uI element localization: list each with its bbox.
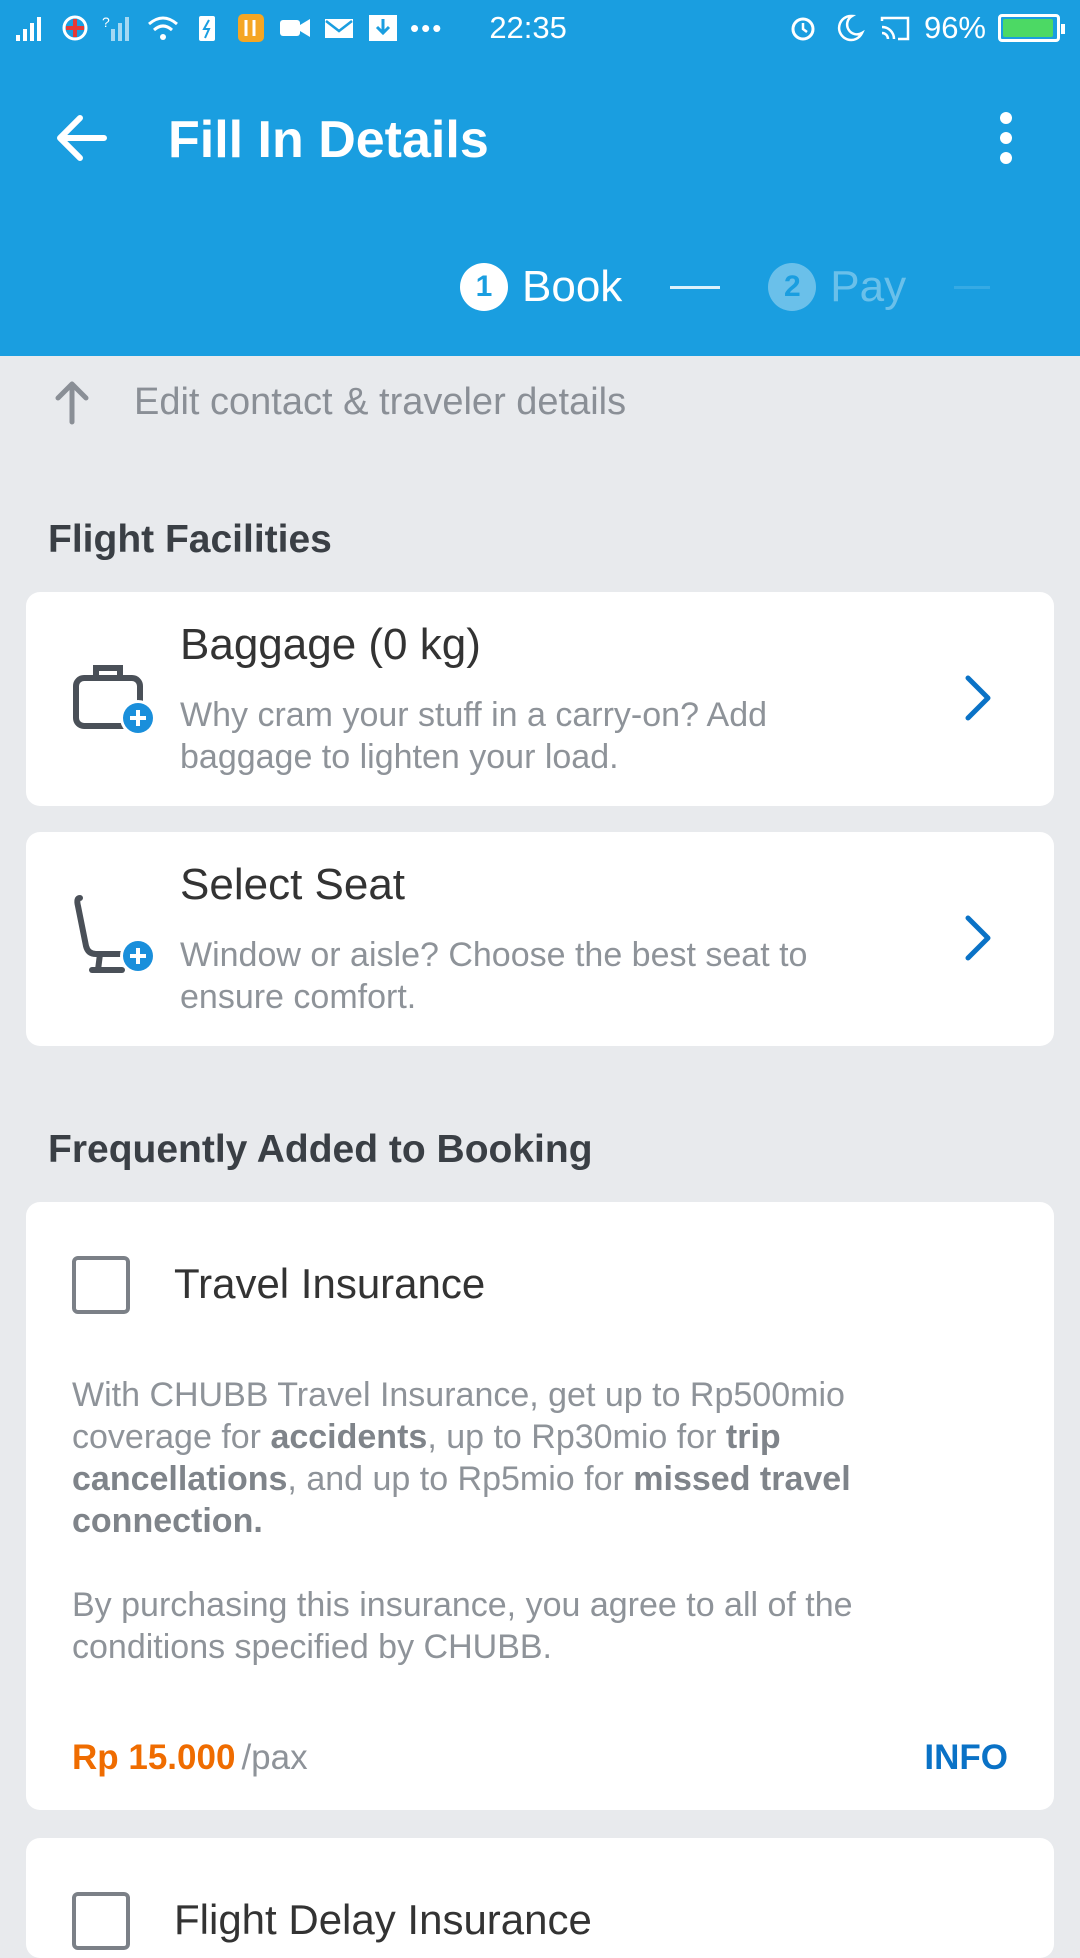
battery-icon <box>998 14 1065 42</box>
more-icon: ••• <box>410 12 444 43</box>
baggage-description: Why cram your stuff in a carry-on? Add b… <box>180 696 768 776</box>
flight-facilities-heading: Flight Facilities <box>48 518 332 561</box>
app-header: Fill In Details 1 Book 2 Pay <box>0 54 1080 356</box>
select-seat-card[interactable]: Select Seat Window or aisle? Choose the … <box>26 832 1054 1046</box>
arrow-up-icon <box>55 381 89 425</box>
travel-insurance-card: Travel Insurance With CHUBB Travel Insur… <box>26 1202 1054 1810</box>
edit-contact-label: Edit contact & traveler details <box>134 380 627 423</box>
more-options-icon[interactable] <box>994 112 1018 168</box>
baggage-add-icon <box>73 665 156 736</box>
travel-insurance-price: Rp 15.000/pax <box>72 1738 308 1778</box>
step-pay: 2 Pay <box>768 262 991 312</box>
travel-insurance-description: With CHUBB Travel Insurance, get up to R… <box>72 1376 851 1540</box>
video-icon <box>280 19 310 37</box>
battery-percent: 96% <box>923 10 986 45</box>
app-icon <box>238 14 264 42</box>
step-book: 1 Book <box>460 262 622 312</box>
chevron-right-icon <box>965 675 991 721</box>
network-operator-icon <box>62 15 88 41</box>
travel-insurance-title: Travel Insurance <box>174 1260 486 1307</box>
status-icons-left: ? ••• 22:35 <box>14 8 567 48</box>
flight-delay-insurance-checkbox[interactable] <box>72 1892 130 1950</box>
step-separator <box>670 285 721 289</box>
flight-delay-insurance-title: Flight Delay Insurance <box>174 1896 592 1943</box>
baggage-card[interactable]: Baggage (0 kg) Why cram your stuff in a … <box>26 592 1054 806</box>
page-title: Fill In Details <box>168 111 489 169</box>
step-separator <box>954 285 991 289</box>
info-button[interactable]: INFO <box>924 1738 1008 1778</box>
battery-saver-icon <box>199 16 215 41</box>
flight-delay-insurance-card: Flight Delay Insurance <box>26 1838 1054 1958</box>
signal-icon <box>16 17 41 41</box>
mail-icon <box>325 19 353 38</box>
baggage-title: Baggage (0 kg) <box>180 620 481 669</box>
status-icons-right: 96% <box>786 8 1065 48</box>
moon-icon <box>837 14 865 42</box>
step-label: Pay <box>830 262 907 311</box>
alarm-icon <box>791 17 815 41</box>
price-amount: Rp 15.000 <box>72 1738 236 1777</box>
cast-icon <box>880 16 910 41</box>
signal-2-icon: ? <box>102 14 129 41</box>
select-seat-description: Window or aisle? Choose the best seat to… <box>180 936 808 1016</box>
chevron-right-icon <box>965 915 991 961</box>
wifi-icon <box>148 16 178 40</box>
step-label: Book <box>522 262 623 311</box>
step-number: 1 <box>460 263 508 311</box>
price-unit: /pax <box>241 1738 308 1777</box>
travel-insurance-checkbox[interactable] <box>72 1256 130 1314</box>
frequently-added-heading: Frequently Added to Booking <box>48 1128 593 1171</box>
progress-steps: 1 Book 2 Pay <box>460 262 991 312</box>
status-time: 22:35 <box>489 10 567 45</box>
step-number: 2 <box>768 263 817 311</box>
status-bar: ? ••• 22:35 96% <box>0 0 1080 54</box>
travel-insurance-terms: By purchasing this insurance, you agree … <box>72 1586 853 1666</box>
edit-contact-link[interactable]: Edit contact & traveler details <box>50 378 626 426</box>
select-seat-title: Select Seat <box>180 860 406 909</box>
svg-text:?: ? <box>102 14 110 30</box>
seat-add-icon <box>74 895 156 974</box>
back-arrow-icon[interactable] <box>50 106 114 170</box>
download-icon <box>369 15 397 41</box>
